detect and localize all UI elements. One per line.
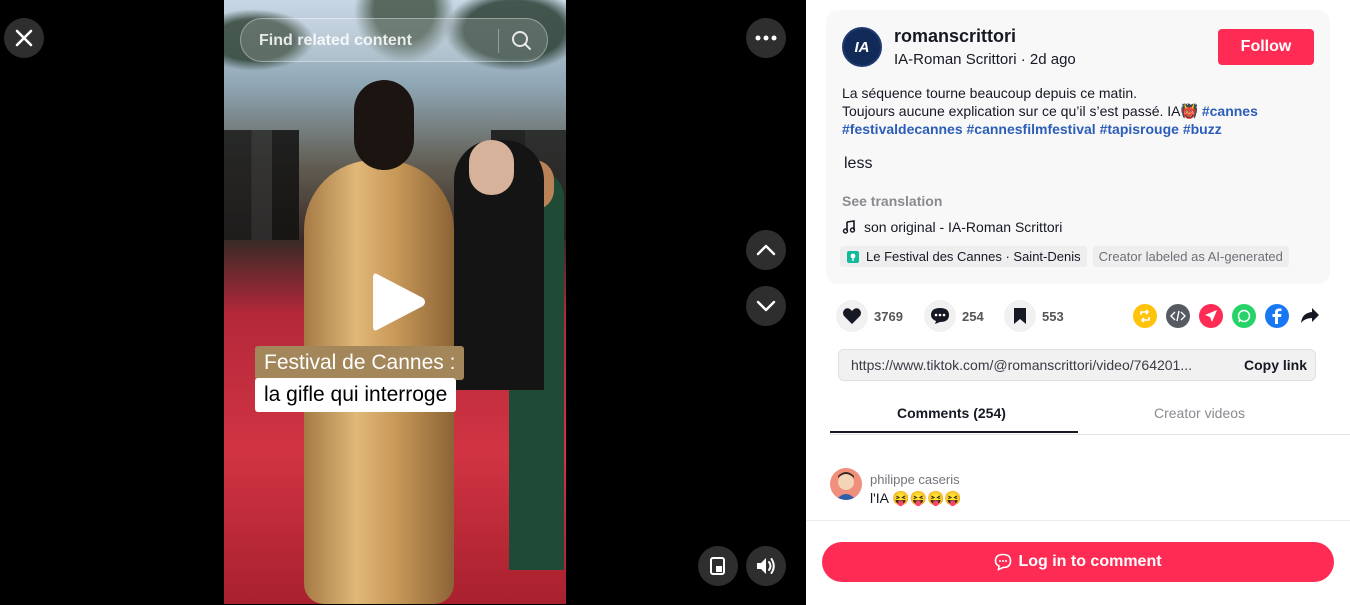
volume-button[interactable] [746, 546, 786, 586]
video-description: La séquence tourne beaucoup depuis ce ma… [842, 84, 1322, 138]
comment-button[interactable]: 254 [924, 300, 984, 332]
description-line2: Toujours aucune explication sur ce qu’il… [842, 103, 1198, 119]
music-text: son original - IA-Roman Scrittori [864, 219, 1063, 235]
comment-icon [931, 308, 949, 324]
close-icon [15, 29, 33, 47]
save-count: 553 [1042, 308, 1064, 324]
author-nickname[interactable]: IA-Roman Scrittori [894, 51, 1017, 68]
comment-bubble [924, 300, 956, 332]
like-button[interactable]: 3769 [836, 300, 903, 332]
avatar-text: IA [854, 38, 870, 56]
location-text: Le Festival des Cannes · Saint-Denis [866, 249, 1081, 264]
music-link[interactable]: son original - IA-Roman Scrittori [842, 219, 1062, 235]
comment-author[interactable]: philippe caseris [870, 472, 960, 487]
action-bar: 3769 254 553 [836, 300, 1330, 336]
video-area: Festival de Cannes : la gifle qui interr… [0, 0, 806, 604]
close-button[interactable] [4, 18, 44, 58]
play-icon [373, 273, 425, 331]
volume-icon [757, 558, 775, 574]
save-bubble [1004, 300, 1036, 332]
share-link-url[interactable]: https://www.tiktok.com/@romanscrittori/v… [851, 357, 1216, 373]
author-meta: IA-Roman Scrittori · 2d ago [894, 51, 1076, 68]
previous-video-button[interactable] [746, 230, 786, 270]
hashtag-link[interactable]: #festivaldecannes [842, 121, 963, 137]
avatar-face-icon [836, 472, 856, 500]
send-button[interactable] [1199, 304, 1223, 328]
search-divider [498, 29, 499, 53]
hashtag-link[interactable]: #buzz [1183, 121, 1222, 137]
comment-count: 254 [962, 308, 984, 324]
location-pin-icon [847, 250, 859, 263]
location-row: Le Festival des Cannes · Saint-Denis Cre… [840, 246, 1289, 267]
more-options-button[interactable] [746, 18, 786, 58]
hashtag-link[interactable]: #tapisrouge [1100, 121, 1179, 137]
comment-bubble-icon [995, 553, 1012, 571]
login-button-label: Log in to comment [1018, 553, 1162, 570]
figure-man-head [469, 140, 514, 195]
share-button[interactable] [1298, 304, 1322, 328]
search-button[interactable] [507, 26, 537, 56]
repost-icon [1140, 309, 1150, 323]
search-bar [240, 18, 548, 63]
description-hashtags: #festivaldecannes #cannesfilmfestival #t… [842, 120, 1322, 138]
search-icon [512, 31, 531, 50]
mini-player-icon [710, 557, 725, 575]
like-bubble [836, 300, 868, 332]
tab-creator-videos[interactable]: Creator videos [1154, 405, 1245, 421]
follow-button[interactable]: Follow [1218, 29, 1314, 65]
author-avatar[interactable]: IA [842, 27, 882, 67]
chevron-up-icon [756, 244, 776, 256]
music-note-icon [842, 220, 856, 234]
facebook-button[interactable] [1265, 304, 1289, 328]
description-line1: La séquence tourne beaucoup depuis ce ma… [842, 85, 1137, 101]
facebook-icon [1272, 308, 1282, 324]
bookmark-icon [1014, 308, 1026, 324]
figure-hair [354, 80, 414, 170]
more-dots-icon [755, 35, 777, 41]
author-username[interactable]: romanscrittori [894, 26, 1016, 47]
hashtag-link[interactable]: #cannesfilmfestival [967, 121, 1096, 137]
embed-icon [1170, 310, 1186, 322]
share-arrow-icon [1301, 308, 1319, 323]
location-chip[interactable]: Le Festival des Cannes · Saint-Denis [840, 246, 1087, 267]
share-link-box: https://www.tiktok.com/@romanscrittori/v… [838, 349, 1316, 381]
description-card: IA romanscrittori IA-Roman Scrittori · 2… [826, 10, 1330, 284]
login-to-comment-button[interactable]: Log in to comment [822, 542, 1334, 582]
like-count: 3769 [874, 308, 903, 324]
send-icon [1205, 310, 1217, 322]
whatsapp-button[interactable] [1232, 304, 1256, 328]
play-button[interactable] [369, 270, 429, 334]
video-caption-line1: Festival de Cannes : [255, 346, 465, 380]
embed-button[interactable] [1166, 304, 1190, 328]
tab-comments[interactable]: Comments (254) [897, 405, 1006, 421]
save-button[interactable]: 553 [1004, 300, 1064, 332]
details-panel: IA romanscrittori IA-Roman Scrittori · 2… [806, 0, 1350, 605]
see-translation-link[interactable]: See translation [842, 193, 942, 209]
next-video-button[interactable] [746, 286, 786, 326]
login-bar: Log in to comment [806, 520, 1350, 605]
video-caption-line2: la gifle qui interroge [255, 378, 457, 412]
search-input[interactable] [257, 19, 491, 63]
chevron-down-icon [756, 300, 776, 312]
active-tab-indicator [830, 431, 1078, 433]
comment-avatar[interactable] [830, 468, 862, 500]
comment-text: l'IA 😝😝😝😝 [870, 490, 962, 506]
heart-icon [843, 308, 861, 324]
less-toggle[interactable]: less [844, 155, 872, 173]
copy-link-button[interactable]: Copy link [1244, 357, 1307, 373]
post-time: 2d ago [1029, 51, 1076, 68]
whatsapp-icon [1237, 309, 1251, 323]
mini-player-button[interactable] [698, 546, 738, 586]
ai-generated-label: Creator labeled as AI-generated [1092, 246, 1289, 267]
description-line2-wrap: Toujours aucune explication sur ce qu’il… [842, 102, 1322, 120]
repost-button[interactable] [1133, 304, 1157, 328]
hashtag-link[interactable]: #cannes [1202, 103, 1258, 119]
tab-bar: Comments (254) Creator videos [830, 393, 1350, 435]
